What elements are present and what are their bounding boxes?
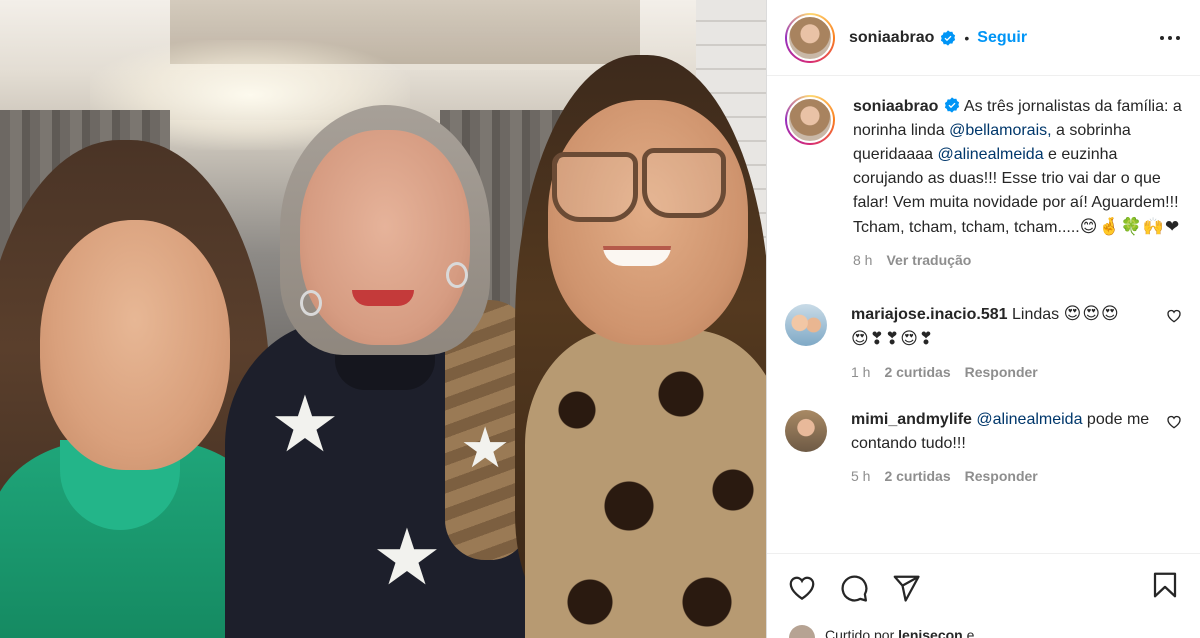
person-right-smile [603, 246, 671, 266]
post-photo[interactable]: ★ ★ ★ [0, 0, 766, 638]
sweater-star-icon: ★ [460, 416, 511, 479]
comment-text: mimi_andmylife @alinealmeida pode me con… [851, 408, 1158, 456]
person-left-face [40, 220, 230, 470]
comment-body: mimi_andmylife @alinealmeida pode me con… [851, 408, 1158, 484]
sweater-star-icon: ★ [270, 380, 340, 468]
translate-button[interactable]: Ver tradução [886, 252, 971, 268]
comment-likes-count[interactable]: 2 curtidas [884, 364, 950, 380]
author-avatar[interactable] [785, 12, 835, 63]
comment-text: mariajose.inacio.581 Lindas 😍😍😍😍❣❣😍❣ [851, 302, 1158, 352]
person-middle-smile [352, 290, 414, 306]
more-options-icon[interactable] [1156, 32, 1184, 44]
bookmark-icon[interactable] [1150, 570, 1180, 600]
liked-by-user[interactable]: lenisecon [898, 627, 963, 638]
person-middle-earring-right [446, 262, 468, 288]
comment-meta: 5 h 2 curtidas Responder [851, 468, 1158, 484]
person-right-leopard-sweater [525, 330, 766, 638]
share-icon[interactable] [891, 573, 921, 603]
person-middle-face [300, 130, 470, 345]
mention-link[interactable]: @alinealmeida [976, 411, 1082, 428]
mention-link[interactable]: @alinealmeida [938, 146, 1044, 163]
reply-button[interactable]: Responder [965, 364, 1038, 380]
caption-text: soniaabrao As três jornalistas da famíli… [853, 95, 1182, 240]
post-actions-bar [767, 553, 1200, 621]
follow-button[interactable]: Seguir [977, 29, 1027, 47]
comment-like-heart-icon[interactable] [1166, 308, 1182, 324]
person-middle-earring-left [300, 290, 322, 316]
mention-link[interactable]: @bellamorais, [949, 122, 1052, 139]
post-caption: soniaabrao As três jornalistas da famíli… [785, 95, 1182, 268]
post-actions-left [787, 573, 921, 603]
caption-time[interactable]: 8 h [853, 252, 872, 268]
caption-body: soniaabrao As três jornalistas da famíli… [853, 95, 1182, 268]
person-right-glasses-right-lens [642, 148, 726, 218]
comment-content: Lindas [1011, 306, 1060, 323]
comment-username[interactable]: mimi_andmylife [851, 411, 972, 428]
liked-by-suffix: e [962, 627, 975, 638]
comment-time[interactable]: 5 h [851, 468, 870, 484]
comment-item: mariajose.inacio.581 Lindas 😍😍😍😍❣❣😍❣ 1 h… [785, 302, 1182, 380]
post-actions-right [1150, 570, 1180, 605]
sweater-star-icon: ★ [372, 513, 442, 601]
post-side-panel: soniaabrao • Seguir soniaabrao As três j… [766, 0, 1200, 638]
liked-by-prefix: Curtido por [825, 627, 899, 638]
verified-badge-icon [941, 29, 956, 46]
comment-likes-count[interactable]: 2 curtidas [884, 468, 950, 484]
instagram-post-view: ★ ★ ★ soniaabrao • Seguir soniaabrao As … [0, 0, 1200, 638]
liker-avatar[interactable] [789, 625, 815, 638]
verified-badge-icon [945, 97, 960, 113]
comments-scroll-area[interactable]: soniaabrao As três jornalistas da famíli… [767, 77, 1200, 553]
comment-body: mariajose.inacio.581 Lindas 😍😍😍😍❣❣😍❣ 1 h… [851, 302, 1158, 380]
heart-icon[interactable] [787, 573, 817, 603]
commenter-avatar[interactable] [785, 304, 827, 346]
liked-by-text: Curtido por lenisecon e [825, 627, 974, 638]
comment-time[interactable]: 1 h [851, 364, 870, 380]
comment-username[interactable]: mariajose.inacio.581 [851, 306, 1008, 323]
post-header: soniaabrao • Seguir [767, 0, 1200, 76]
caption-username[interactable]: soniaabrao [853, 98, 938, 115]
caption-meta: 8 h Ver tradução [853, 252, 1182, 268]
liked-by-row: Curtido por lenisecon e [789, 621, 1200, 638]
comment-meta: 1 h 2 curtidas Responder [851, 364, 1158, 380]
comment-icon[interactable] [839, 573, 869, 603]
caption-emojis: 😊🤞🍀🙌❤ [1079, 217, 1181, 237]
commenter-avatar[interactable] [785, 410, 827, 452]
person-right-glasses-left-lens [552, 152, 638, 222]
author-username[interactable]: soniaabrao [849, 29, 934, 47]
comment-like-heart-icon[interactable] [1166, 414, 1182, 430]
comment-item: mimi_andmylife @alinealmeida pode me con… [785, 408, 1182, 484]
reply-button[interactable]: Responder [965, 468, 1038, 484]
caption-author-avatar[interactable] [785, 95, 835, 145]
header-separator: • [964, 29, 970, 46]
person-right-face [548, 100, 748, 345]
